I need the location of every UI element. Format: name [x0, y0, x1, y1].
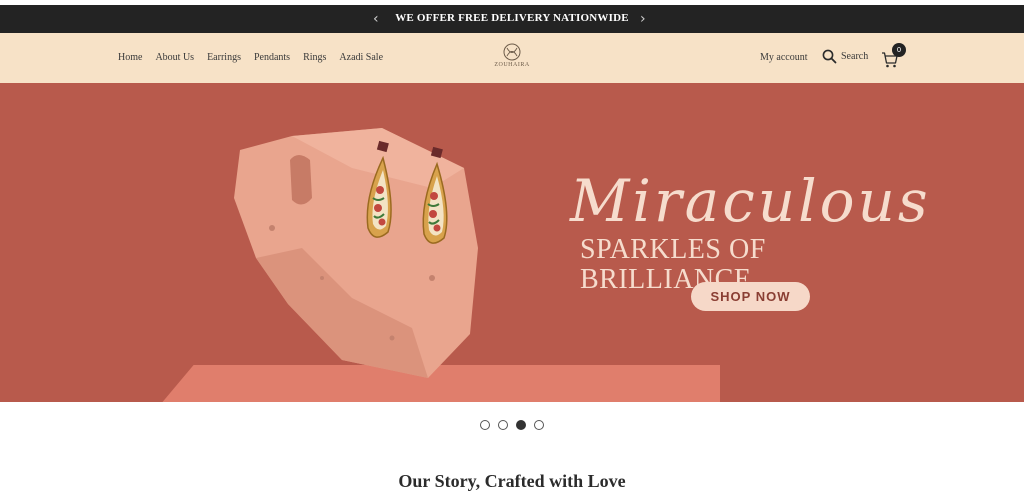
site-header: Home About Us Earrings Pendants Rings Az… [0, 33, 1024, 83]
search-icon [822, 49, 837, 64]
nav-azadi-sale[interactable]: Azadi Sale [339, 52, 383, 63]
announcement-text: WE OFFER FREE DELIVERY NATIONWIDE [395, 12, 629, 24]
nav-about-us[interactable]: About Us [155, 52, 194, 63]
search-button[interactable]: Search [822, 49, 868, 64]
brand-logo[interactable]: ZOUHAIRA [491, 43, 533, 73]
chevron-right-icon[interactable]: › [640, 10, 646, 28]
carousel-dot[interactable] [480, 420, 490, 430]
brand-name: ZOUHAIRA [494, 62, 530, 68]
carousel-dots [480, 420, 544, 430]
carousel-dot[interactable] [498, 420, 508, 430]
hero-script-title: Miraculous [570, 167, 931, 235]
logo-mark-icon [503, 43, 521, 61]
hero-banner: Miraculous SPARKLES OF BRILLIANCE SHOP N… [0, 83, 1024, 402]
nav-earrings[interactable]: Earrings [207, 52, 241, 63]
section-heading: Our Story, Crafted with Love [398, 471, 626, 491]
cart-button[interactable]: 0 [881, 43, 909, 69]
nav-pendants[interactable]: Pendants [254, 52, 290, 63]
carousel-dot[interactable] [534, 420, 544, 430]
carousel-dot[interactable] [516, 420, 526, 430]
nav-rings[interactable]: Rings [303, 52, 326, 63]
cart-count-badge: 0 [892, 43, 906, 57]
my-account-link[interactable]: My account [760, 52, 808, 63]
shop-now-button[interactable]: SHOP NOW [691, 282, 810, 311]
stone-earrings-photo [234, 128, 478, 378]
main-nav: Home About Us Earrings Pendants Rings Az… [118, 52, 383, 63]
announcement-bar: ‹ WE OFFER FREE DELIVERY NATIONWIDE › [0, 5, 1024, 33]
search-label: Search [841, 51, 869, 62]
nav-home[interactable]: Home [118, 52, 142, 63]
